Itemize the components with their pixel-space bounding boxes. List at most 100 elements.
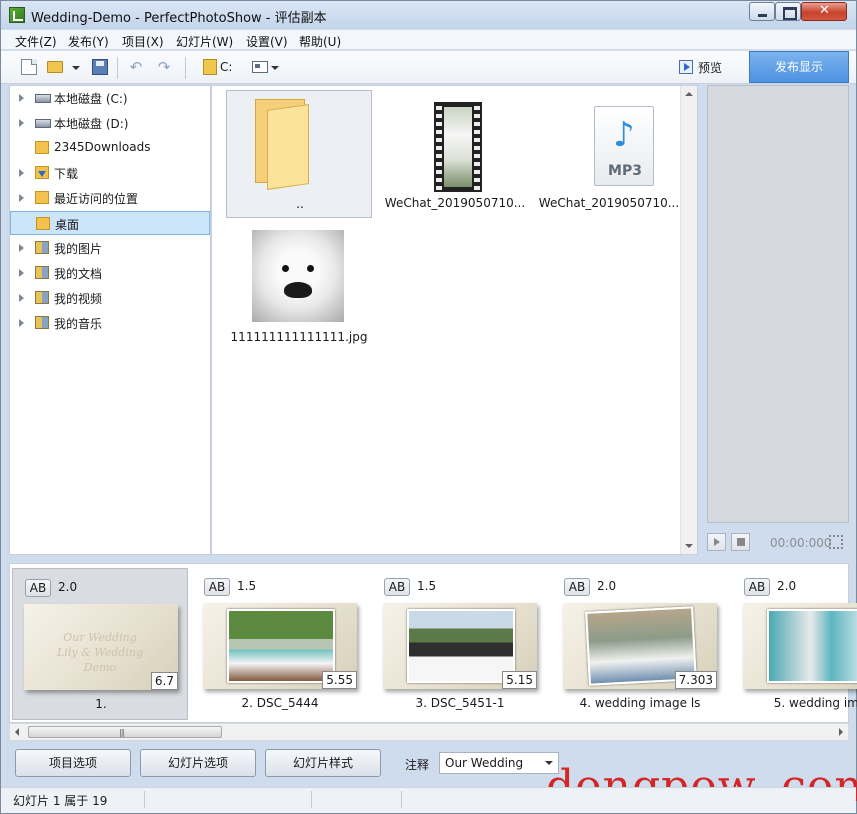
undo-icon[interactable]: ↶ <box>128 59 144 75</box>
file-browser-scrollbar[interactable] <box>680 86 697 554</box>
slide-thumbnail[interactable]: Our Wedding Lily & Wedding Demo 6.7 <box>24 604 178 690</box>
slide-label: 1. <box>95 697 107 711</box>
expand-arrow-icon[interactable] <box>19 294 24 302</box>
slide-thumbnail[interactable]: 7.303 <box>563 603 717 689</box>
scroll-right-icon[interactable] <box>839 728 843 736</box>
transition-badge[interactable]: AB <box>204 578 230 596</box>
file-browser: .. WeChat_2019050710... ♪ MP3 WeChat_201… <box>211 85 698 555</box>
transition-badge[interactable]: AB <box>744 578 770 596</box>
slide-item[interactable]: AB 2.0 Our Wedding Lily & Wedding Demo 6.7 1. <box>12 568 188 720</box>
drive-icon[interactable] <box>203 59 217 75</box>
slide-thumbnail[interactable] <box>743 603 857 689</box>
view-dropdown-icon[interactable] <box>271 66 279 70</box>
drive-icon <box>35 94 51 103</box>
folder-icon <box>35 191 49 204</box>
slide-style-button[interactable]: 幻灯片样式 <box>265 749 381 777</box>
tree-item[interactable]: 本地磁盘 (C:) <box>10 86 210 110</box>
menu-project[interactable]: 项目(X) <box>122 33 164 50</box>
tree-item-label: 桌面 <box>55 218 80 232</box>
stop-icon[interactable] <box>731 533 750 551</box>
expand-arrow-icon[interactable] <box>19 169 24 177</box>
play-icon[interactable] <box>707 533 726 551</box>
mp3-file-icon: ♪ MP3 <box>594 106 654 186</box>
new-icon[interactable] <box>21 59 37 75</box>
open-folder-icon[interactable] <box>47 61 63 73</box>
expand-arrow-icon[interactable] <box>19 94 24 102</box>
transition-duration: 2.0 <box>597 579 617 593</box>
expand-arrow-icon[interactable] <box>19 244 24 252</box>
project-options-button[interactable]: 项目选项 <box>15 749 131 777</box>
slide-label: 3. DSC_5451-1 <box>415 696 505 710</box>
menu-settings[interactable]: 设置(V) <box>246 33 288 50</box>
slide-thumbnail[interactable]: 5.15 <box>383 603 537 689</box>
tree-item[interactable]: 下载 <box>10 161 210 185</box>
file-tile-image[interactable]: 111111111111111.jpg <box>226 86 372 348</box>
note-label: 注释 <box>405 758 430 772</box>
slide-duration-badge: 5.15 <box>502 671 537 689</box>
tree-item-label: 本地磁盘 (C:) <box>54 92 128 106</box>
tree-item-label: 我的视频 <box>54 292 103 306</box>
tree-item-label: 我的图片 <box>54 242 103 256</box>
minimize-button[interactable] <box>749 2 775 21</box>
scroll-down-icon[interactable] <box>685 544 693 548</box>
slide-options-button[interactable]: 幻灯片选项 <box>140 749 256 777</box>
file-name: 111111111111111.jpg <box>230 330 368 344</box>
tree-item[interactable]: 我的图片 <box>10 236 210 260</box>
transition-duration: 2.0 <box>58 580 78 594</box>
tree-item[interactable]: 桌面 <box>10 211 210 235</box>
maximize-button[interactable] <box>775 2 801 21</box>
slide-item[interactable]: AB 2.0 5. wedding ima <box>732 568 857 720</box>
menu-help[interactable]: 帮助(U) <box>299 33 341 50</box>
redo-icon[interactable]: ↷ <box>156 59 172 75</box>
file-tile-video[interactable]: WeChat_2019050710... <box>382 90 528 218</box>
slide-photo <box>407 609 515 683</box>
slide-strip-scrollbar[interactable]: ||| <box>9 723 849 741</box>
time-display: 00:00:000 <box>770 536 832 550</box>
slide-item[interactable]: AB 1.5 5.55 2. DSC_5444 <box>192 568 368 720</box>
tree-item-label: 本地磁盘 (D:) <box>54 117 129 131</box>
transition-badge[interactable]: AB <box>564 578 590 596</box>
scrollbar-thumb[interactable]: ||| <box>28 726 222 738</box>
tree-item[interactable]: 最近访问的位置 <box>10 186 210 210</box>
open-dropdown-icon[interactable] <box>72 66 80 70</box>
view-mode-icon[interactable] <box>252 61 268 73</box>
file-tile-mp3[interactable]: ♪ MP3 WeChat_2019050710... <box>536 90 682 218</box>
menu-publish[interactable]: 发布(Y) <box>68 33 109 50</box>
expand-arrow-icon[interactable] <box>19 319 24 327</box>
slide-label: 5. wedding ima <box>773 696 857 710</box>
slide-item[interactable]: AB 1.5 5.15 3. DSC_5451-1 <box>372 568 548 720</box>
tree-item[interactable]: 我的音乐 <box>10 311 210 335</box>
menu-slide[interactable]: 幻灯片(W) <box>176 33 233 50</box>
slide-thumbnail[interactable]: 5.55 <box>203 603 357 689</box>
transition-badge[interactable]: AB <box>384 578 410 596</box>
tree-item-label: 我的文档 <box>54 267 103 281</box>
tree-item[interactable]: 本地磁盘 (D:) <box>10 111 210 135</box>
library-icon <box>35 266 49 279</box>
note-select-value: Our Wedding <box>445 756 524 770</box>
drive-icon <box>35 119 51 128</box>
expand-arrow-icon[interactable] <box>19 119 24 127</box>
transition-badge[interactable]: AB <box>25 579 51 597</box>
scroll-left-icon[interactable] <box>15 728 19 736</box>
slide-title-line: Our Wedding <box>63 631 137 644</box>
fullscreen-icon[interactable] <box>829 535 843 549</box>
slide-item[interactable]: AB 2.0 7.303 4. wedding image ls <box>552 568 728 720</box>
save-icon[interactable] <box>92 59 108 75</box>
drive-label[interactable]: C: <box>220 60 232 74</box>
scroll-up-icon[interactable] <box>685 92 693 96</box>
slide-duration-badge: 7.303 <box>674 671 717 689</box>
tree-item[interactable]: 我的文档 <box>10 261 210 285</box>
status-divider <box>401 791 402 808</box>
slide-title-text: Our Wedding Lily & Wedding Demo <box>40 630 160 675</box>
tree-item-label: 最近访问的位置 <box>54 192 139 206</box>
publish-button[interactable]: 发布显示 <box>749 51 849 83</box>
status-bar: 幻灯片 1 属于 19 <box>1 787 856 813</box>
video-file-icon <box>434 102 482 192</box>
expand-arrow-icon[interactable] <box>19 269 24 277</box>
tree-item[interactable]: 我的视频 <box>10 286 210 310</box>
expand-arrow-icon[interactable] <box>19 194 24 202</box>
note-select[interactable]: Our Wedding <box>439 752 559 774</box>
tree-item[interactable]: 2345Downloads <box>10 136 210 160</box>
menu-file[interactable]: 文件(Z) <box>15 33 57 50</box>
close-button[interactable] <box>801 2 847 21</box>
